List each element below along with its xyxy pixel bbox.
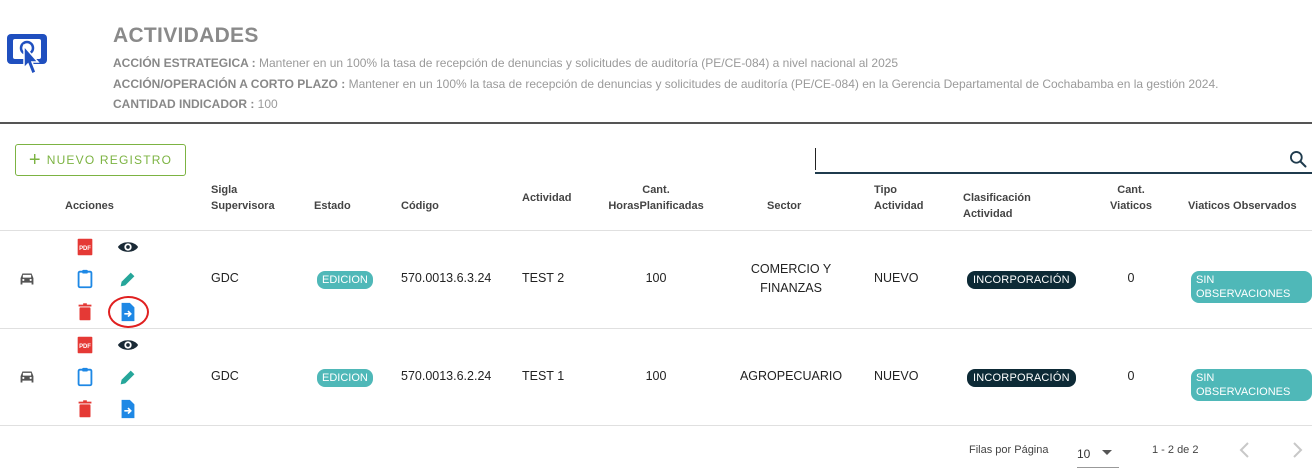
search-icon[interactable] (1288, 149, 1308, 169)
accion-estrategica: ACCIÓN ESTRATEGICA : Mantener en un 100%… (113, 56, 898, 70)
file-export-icon[interactable] (117, 398, 139, 420)
clipboard-icon[interactable] (74, 366, 96, 388)
cell-codigo: 570.0013.6.2.24 (401, 369, 492, 383)
svg-text:PDF: PDF (79, 246, 91, 252)
cantidad-indicador: CANTIDAD INDICADOR : 100 (113, 97, 278, 111)
rows-per-page-value: 10 (1077, 447, 1091, 461)
col-tipo-2: Actividad (874, 200, 924, 212)
accion-estrategica-value: Mantener en un 100% la tasa de recepción… (259, 56, 899, 70)
svg-text:PDF: PDF (79, 344, 91, 350)
col-sigla-1: Sigla (211, 184, 238, 196)
rows-per-page-label: Filas por Página (969, 444, 1049, 456)
cell-sigla: GDC (211, 369, 239, 383)
eye-icon[interactable] (117, 236, 139, 258)
observations-badge: SIN OBSERVACIONES (1191, 369, 1312, 401)
eye-icon[interactable] (117, 334, 139, 356)
car-icon (20, 371, 34, 383)
cantidad-value: 100 (257, 97, 278, 111)
col-horas-2: HorasPlanificadas (608, 200, 704, 212)
plus-icon: + (28, 149, 42, 171)
col-estado: Estado (314, 200, 351, 212)
chevron-left-icon[interactable] (1238, 441, 1252, 459)
row-divider (0, 328, 1312, 329)
col-acciones: Acciones (65, 200, 114, 212)
pdf-icon[interactable]: PDF (74, 236, 96, 258)
clipboard-icon[interactable] (74, 268, 96, 290)
accion-operacion: ACCIÓN/OPERACIÓN A CORTO PLAZO : Mantene… (113, 77, 1218, 91)
cell-horas: 100 (645, 271, 667, 285)
search-input[interactable] (815, 148, 1285, 170)
col-codigo: Código (401, 200, 439, 212)
highlight-ring (108, 296, 149, 328)
car-icon (20, 273, 34, 285)
touch-screen-icon (7, 34, 47, 76)
search-field (815, 148, 1312, 174)
col-clasif-2: Actividad (963, 208, 1013, 220)
pdf-icon[interactable]: PDF (74, 334, 96, 356)
trash-icon[interactable] (74, 398, 96, 420)
cell-horas: 100 (645, 369, 667, 383)
accion-operacion-value: Mantener en un 100% la tasa de recepción… (348, 77, 1219, 91)
cell-sector: AGROPECUARIO (739, 369, 843, 383)
pencil-icon[interactable] (117, 268, 139, 290)
observations-badge: SIN OBSERVACIONES (1191, 271, 1312, 303)
page-title: ACTIVIDADES (113, 24, 259, 47)
new-record-label: NUEVO REGISTRO (46, 153, 173, 167)
cell-sector-2: FINANZAS (760, 281, 822, 295)
cell-actividad: TEST 1 (522, 369, 565, 383)
col-sigla-2: Supervisora (211, 200, 275, 212)
col-actividad: Actividad (522, 192, 572, 204)
cantidad-label: CANTIDAD INDICADOR : (113, 97, 255, 111)
cell-actividad: TEST 2 (522, 271, 565, 285)
cell-viaticos: 0 (1127, 369, 1135, 383)
header-divider (0, 230, 1312, 231)
status-badge: EDICION (317, 271, 373, 289)
cell-sigla: GDC (211, 271, 239, 285)
cell-tipo: NUEVO (874, 271, 919, 285)
col-viaticos-1: Cant. (1117, 184, 1145, 196)
cell-codigo: 570.0013.6.3.24 (401, 271, 492, 285)
status-badge: EDICION (317, 369, 373, 387)
cell-sector-1: COMERCIO Y (750, 262, 832, 276)
rows-per-page-select[interactable]: 10 (1077, 440, 1119, 468)
classification-badge: INCORPORACIÓN (967, 369, 1076, 387)
trash-icon[interactable] (74, 301, 96, 323)
cell-viaticos: 0 (1127, 271, 1135, 285)
caret-down-icon (1102, 450, 1112, 455)
cell-tipo: NUEVO (874, 369, 919, 383)
col-viaticos-2: Viaticos (1110, 200, 1152, 212)
col-sector: Sector (767, 200, 802, 212)
pagination-range: 1 - 2 de 2 (1152, 444, 1199, 456)
pencil-icon[interactable] (117, 366, 139, 388)
new-record-button[interactable]: + NUEVO REGISTRO (15, 144, 186, 176)
classification-badge: INCORPORACIÓN (967, 271, 1076, 289)
accion-operacion-label: ACCIÓN/OPERACIÓN A CORTO PLAZO : (113, 77, 346, 91)
col-horas-1: Cant. (642, 184, 670, 196)
col-tipo-1: Tipo (874, 184, 898, 196)
accion-estrategica-label: ACCIÓN ESTRATEGICA : (113, 56, 256, 70)
col-observados: Viaticos Observados (1188, 200, 1297, 212)
table-bottom-divider (0, 425, 1312, 426)
col-clasif-1: Clasificación (963, 192, 1031, 204)
chevron-right-icon[interactable] (1290, 441, 1304, 459)
page-header: ACTIVIDADES ACCIÓN ESTRATEGICA : Mantene… (0, 0, 1312, 124)
